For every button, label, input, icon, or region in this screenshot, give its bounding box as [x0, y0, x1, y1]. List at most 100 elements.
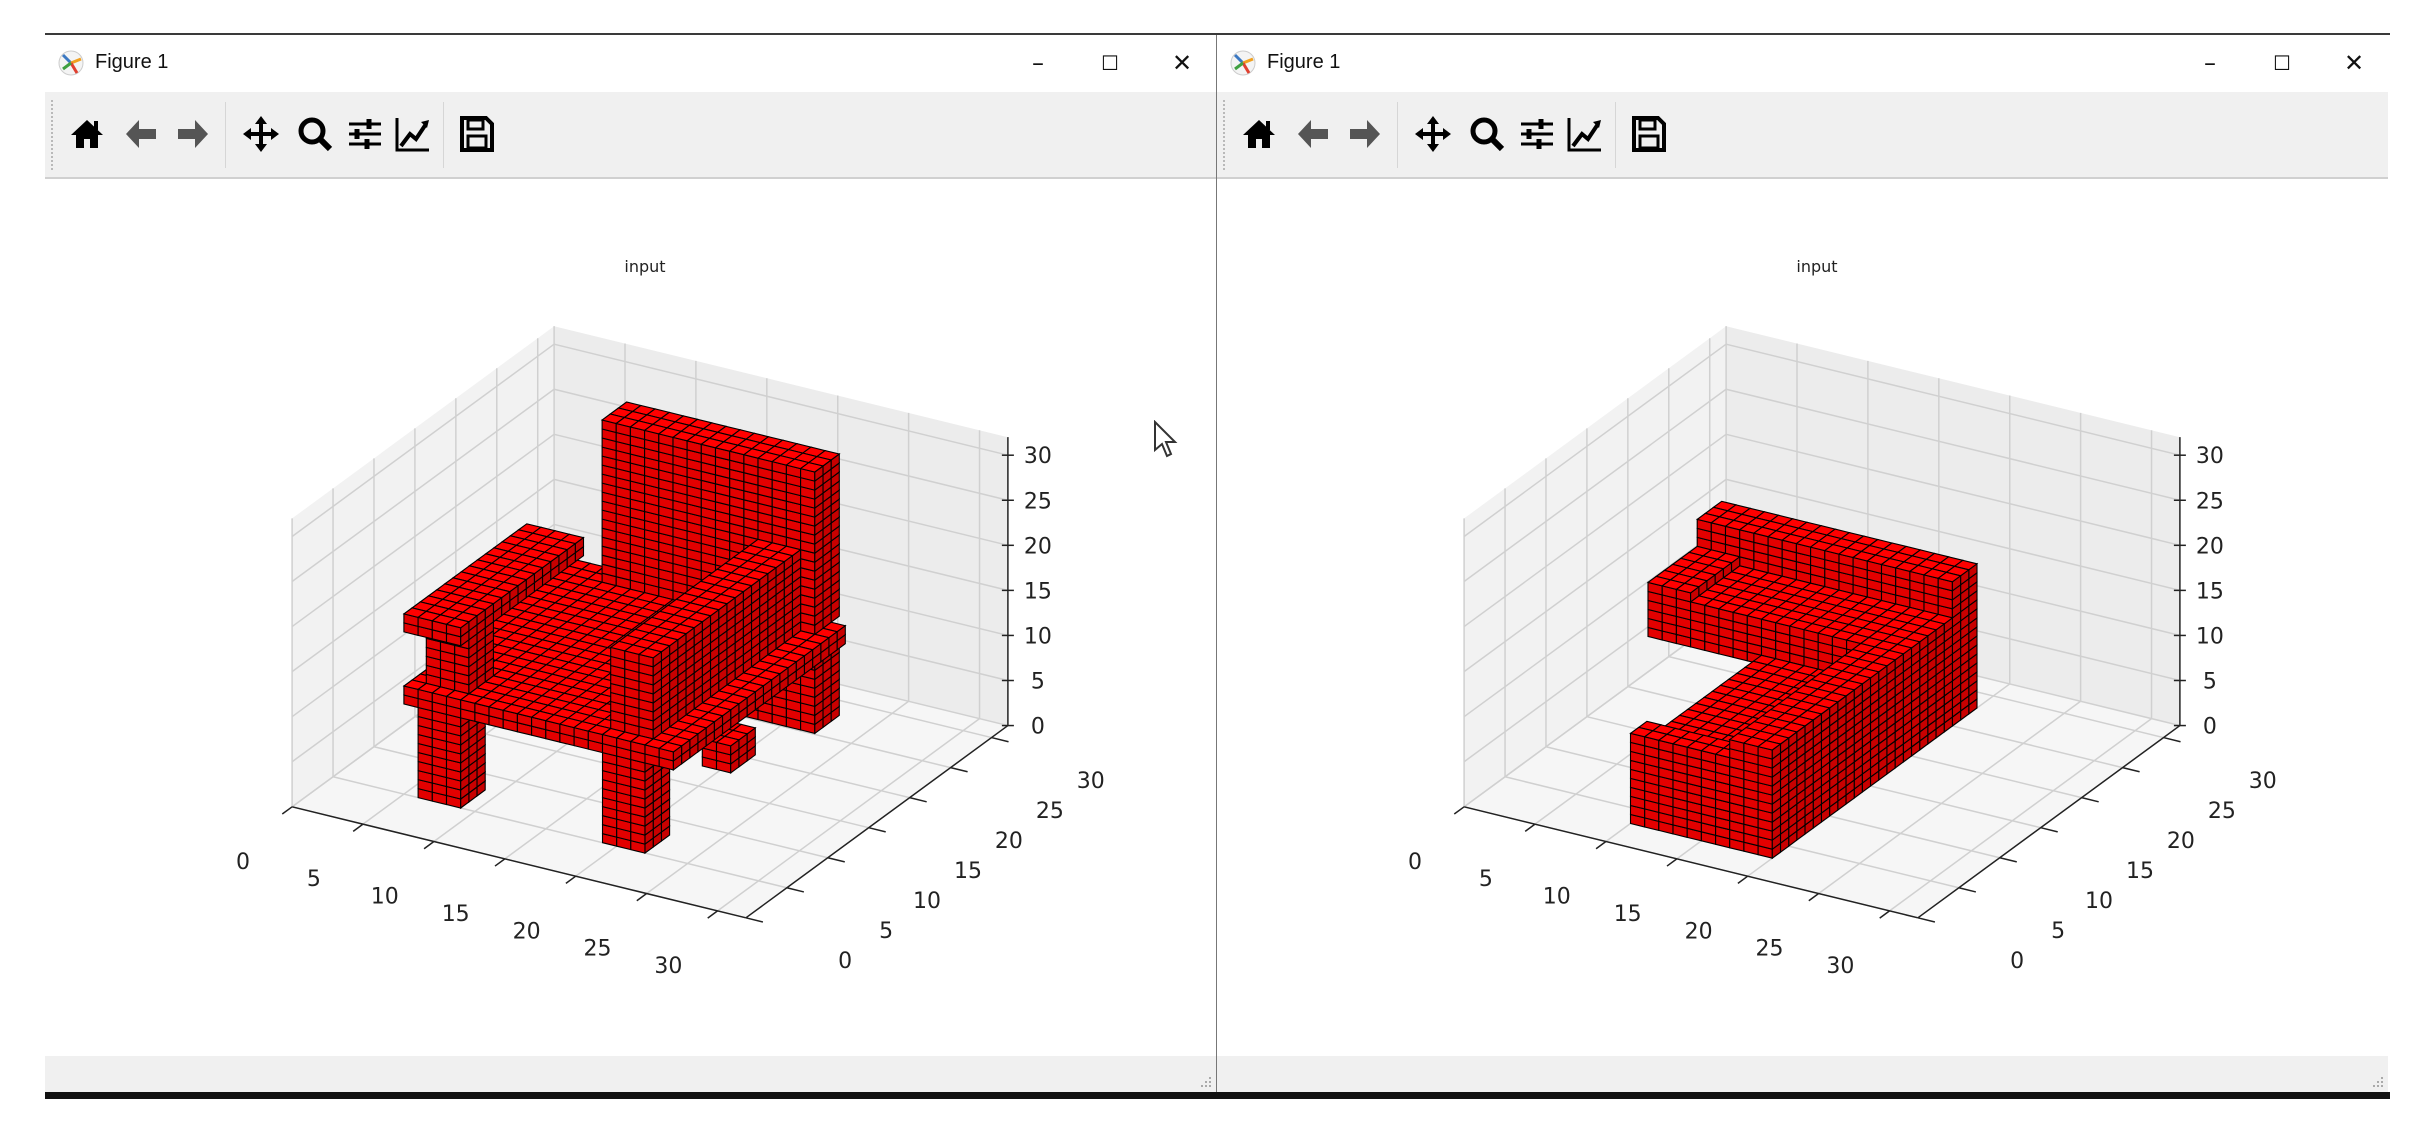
home-icon[interactable]	[1239, 114, 1279, 154]
toolbar-separator	[443, 102, 444, 168]
y-tick	[991, 736, 1009, 743]
title-bar[interactable]: Figure 1 – ☐ ✕	[1217, 35, 2388, 92]
x-tick	[1595, 840, 1607, 850]
window-title: Figure 1	[95, 51, 169, 73]
x-tick	[1453, 806, 1465, 815]
y-tick-label: 15	[954, 859, 982, 884]
z-tick-label: 5	[1031, 670, 1045, 695]
plot-title: input	[624, 257, 665, 276]
subplots-icon[interactable]	[1517, 114, 1557, 154]
x-tick-label: 0	[1408, 850, 1422, 875]
y-tick	[909, 796, 927, 803]
x-tick	[281, 806, 293, 815]
y-tick-label: 25	[1036, 799, 1064, 824]
z-tick-label: 25	[1024, 489, 1052, 514]
resize-grip-icon[interactable]	[1200, 1076, 1212, 1088]
toolbar-separator	[225, 102, 226, 168]
maximize-button[interactable]: ☐	[2254, 43, 2310, 83]
back-arrow-icon[interactable]	[1293, 114, 1333, 154]
toolbar-separator	[1615, 102, 1616, 168]
x-tick	[494, 858, 506, 867]
forward-arrow-icon[interactable]	[173, 114, 213, 154]
forward-arrow-icon[interactable]	[1345, 114, 1385, 154]
z-tick-label: 5	[2203, 670, 2217, 695]
plot-title: input	[1796, 257, 1837, 276]
figure-canvas[interactable]: input 0 5 10 15 20 25 30 0 5 10 15 20 25 30 0 5 10 15 20 25 3…	[45, 179, 1216, 1056]
y-tick-label: 10	[2085, 889, 2113, 914]
y-tick-label: 30	[2249, 769, 2277, 794]
back-arrow-icon[interactable]	[121, 114, 161, 154]
y-tick	[2040, 826, 2058, 833]
y-tick	[745, 917, 764, 923]
x-tick	[1808, 892, 1820, 902]
x-tick-label: 5	[307, 867, 321, 892]
status-bar	[1217, 1056, 2388, 1092]
customize-icon[interactable]	[1565, 114, 1605, 154]
z-tick-label: 30	[1024, 444, 1052, 469]
taskbar-edge	[45, 1092, 2390, 1099]
close-button[interactable]: ✕	[2326, 43, 2382, 83]
x-tick-label: 15	[442, 902, 470, 927]
save-icon[interactable]	[457, 114, 497, 154]
toolbar-grip[interactable]	[1223, 100, 1225, 170]
x-tick	[565, 875, 577, 885]
axes3d-plot[interactable]: input 0 5 10 15 20 25 30 0 5 10 15 20 25 30 0 5 10 15 20 25 3…	[45, 179, 1216, 1056]
subplots-icon[interactable]	[345, 114, 385, 154]
y-tick	[2081, 796, 2099, 803]
y-tick	[2163, 736, 2181, 743]
x-tick-label: 10	[371, 885, 399, 910]
z-tick-label: 15	[1024, 579, 1052, 604]
z-tick-label: 15	[2196, 579, 2224, 604]
y-tick-label: 10	[913, 889, 941, 914]
pan-icon[interactable]	[241, 114, 281, 154]
y-tick	[1917, 917, 1936, 923]
resize-grip-icon[interactable]	[2372, 1076, 2384, 1088]
navigation-toolbar	[1217, 92, 2388, 179]
z-tick-label: 25	[2196, 489, 2224, 514]
x-tick	[707, 910, 718, 919]
x-tick-label: 20	[1685, 919, 1713, 944]
minimize-button[interactable]: –	[1010, 43, 1066, 83]
x-tick	[636, 892, 648, 902]
x-tick-label: 0	[236, 850, 250, 875]
x-tick-label: 25	[1756, 937, 1784, 962]
z-tick-label: 20	[1024, 534, 1052, 559]
title-bar[interactable]: Figure 1 – ☐ ✕	[45, 35, 1216, 92]
y-tick	[786, 887, 805, 893]
x-tick	[352, 823, 364, 832]
x-tick-label: 30	[1826, 954, 1854, 979]
y-tick-label: 5	[2051, 919, 2065, 944]
toolbar-grip[interactable]	[51, 100, 53, 170]
close-button[interactable]: ✕	[1154, 43, 1210, 83]
x-tick	[1737, 875, 1749, 885]
axes3d-plot[interactable]: input 0 5 10 15 20 25 30 0 5 10 15 20 25 30 0 5 10 15 20 25 3…	[1217, 179, 2388, 1056]
pan-icon[interactable]	[1413, 114, 1453, 154]
maximize-button[interactable]: ☐	[1082, 43, 1138, 83]
x-tick-label: 15	[1614, 902, 1642, 927]
z-tick-label: 30	[2196, 444, 2224, 469]
x-tick-label: 10	[1543, 885, 1571, 910]
z-tick-label: 10	[2196, 624, 2224, 649]
customize-icon[interactable]	[393, 114, 433, 154]
y-tick	[1999, 857, 2017, 863]
figure-canvas[interactable]: input 0 5 10 15 20 25 30 0 5 10 15 20 25 30 0 5 10 15 20 25 3…	[1217, 179, 2388, 1056]
z-tick-label: 0	[1031, 715, 1045, 740]
z-tick-label: 20	[2196, 534, 2224, 559]
zoom-icon[interactable]	[295, 114, 335, 154]
save-icon[interactable]	[1629, 114, 1669, 154]
y-tick	[1958, 887, 1977, 893]
x-tick-label: 20	[513, 919, 541, 944]
home-icon[interactable]	[67, 114, 107, 154]
figure-window-2: Figure 1 – ☐ ✕ input 0 5 10 15 20 25 30 0 5 10 15 20…	[1217, 35, 2388, 1092]
minimize-button[interactable]: –	[2182, 43, 2238, 83]
y-tick-label: 0	[838, 949, 852, 974]
mouse-cursor-icon	[1154, 420, 1178, 458]
navigation-toolbar	[45, 92, 1216, 179]
x-tick	[1666, 858, 1678, 867]
zoom-icon[interactable]	[1467, 114, 1507, 154]
figure-window-1: Figure 1 – ☐ ✕ input 0 5 10 15 20 25 30 0 5 10 15 20…	[45, 35, 1218, 1092]
y-tick-label: 25	[2208, 799, 2236, 824]
z-tick-label: 10	[1024, 624, 1052, 649]
y-tick	[2122, 766, 2140, 773]
x-tick	[1879, 910, 1890, 919]
